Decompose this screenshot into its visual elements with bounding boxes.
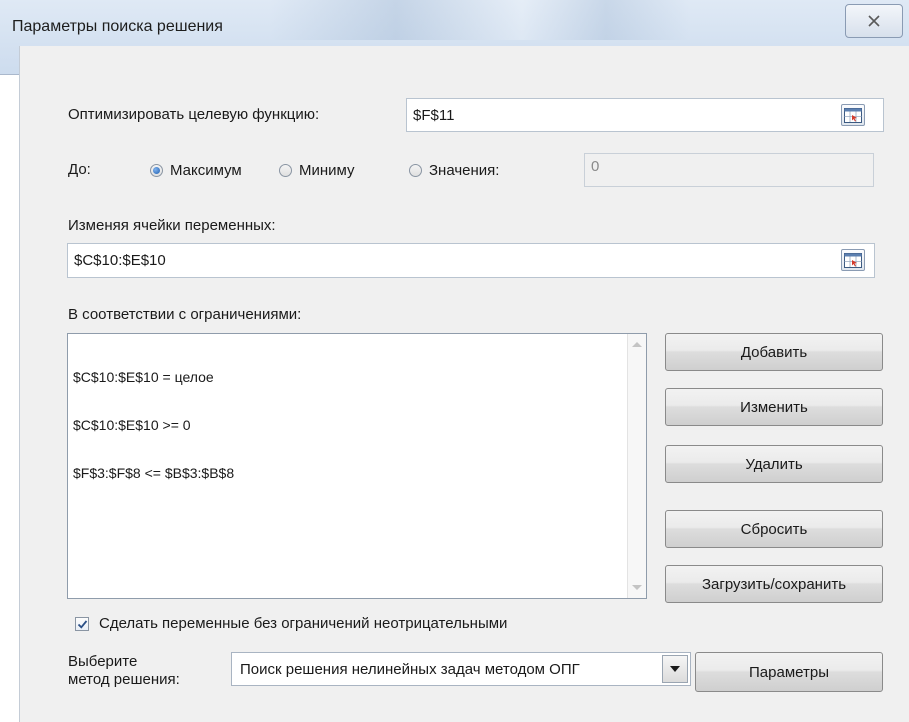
close-icon <box>868 15 880 27</box>
reset-button[interactable]: Сбросить <box>665 510 883 548</box>
radio-value-label: Значения: <box>429 162 499 179</box>
method-label-line2: метод решения: <box>68 671 180 688</box>
variables-input[interactable]: $C$10:$E$10 <box>67 243 875 278</box>
close-button[interactable] <box>845 4 903 38</box>
nonneg-label: Сделать переменные без ограничений неотр… <box>99 615 508 632</box>
radio-max-indicator <box>150 164 163 177</box>
nonneg-checkbox[interactable] <box>75 617 89 631</box>
window-title: Параметры поиска решения <box>12 18 223 35</box>
delete-button[interactable]: Удалить <box>665 445 883 483</box>
objective-value: $F$11 <box>413 106 455 124</box>
constraints-list[interactable]: $C$10:$E$10 = целое $C$10:$E$10 >= 0 $F$… <box>67 333 647 599</box>
options-button[interactable]: Параметры <box>695 652 883 692</box>
objective-range-button[interactable] <box>841 104 865 126</box>
constraints-lines: $C$10:$E$10 = целое $C$10:$E$10 >= 0 $F$… <box>73 337 234 513</box>
constraint-item[interactable]: $C$10:$E$10 = целое <box>73 369 234 385</box>
change-button[interactable]: Изменить <box>665 388 883 426</box>
scroll-up-icon[interactable] <box>632 342 642 347</box>
radio-value-indicator <box>409 164 422 177</box>
method-select[interactable]: Поиск решения нелинейных задач методом О… <box>231 652 691 686</box>
check-icon <box>77 619 87 629</box>
scroll-down-icon[interactable] <box>632 585 642 590</box>
objective-label: Оптимизировать целевую функцию: <box>68 106 320 123</box>
variables-range-button[interactable] <box>841 249 865 271</box>
method-label: Выберите метод решения: <box>68 653 180 689</box>
constraints-label: В соответствии с ограничениями: <box>68 306 302 323</box>
range-select-icon <box>844 107 862 123</box>
variables-value: $C$10:$E$10 <box>74 252 166 269</box>
constraint-item[interactable]: $F$3:$F$8 <= $B$3:$B$8 <box>73 465 234 481</box>
load-save-button[interactable]: Загрузить/сохранить <box>665 565 883 603</box>
method-label-line1: Выберите <box>68 653 138 670</box>
variables-label: Изменяя ячейки переменных: <box>68 217 276 234</box>
constraint-item[interactable]: $C$10:$E$10 >= 0 <box>73 417 234 433</box>
method-select-value: Поиск решения нелинейных задач методом О… <box>240 660 580 678</box>
value-input[interactable]: 0 <box>584 153 874 187</box>
constraints-scrollbar[interactable] <box>627 334 646 598</box>
title-bar-reflection <box>270 0 690 40</box>
radio-min-indicator <box>279 164 292 177</box>
radio-max-label: Максимум <box>170 162 242 179</box>
radio-min[interactable]: Миниму <box>279 162 355 179</box>
radio-value[interactable]: Значения: <box>409 162 499 179</box>
chevron-down-icon[interactable] <box>662 655 688 683</box>
radio-min-label: Миниму <box>299 162 355 179</box>
value-input-text: 0 <box>591 158 600 175</box>
objective-input[interactable]: $F$11 <box>406 98 884 132</box>
add-button[interactable]: Добавить <box>665 333 883 371</box>
to-label: До: <box>68 161 91 178</box>
radio-value-text: Значения: <box>429 162 500 179</box>
radio-max[interactable]: Максимум <box>150 162 242 179</box>
range-select-icon <box>844 252 862 268</box>
